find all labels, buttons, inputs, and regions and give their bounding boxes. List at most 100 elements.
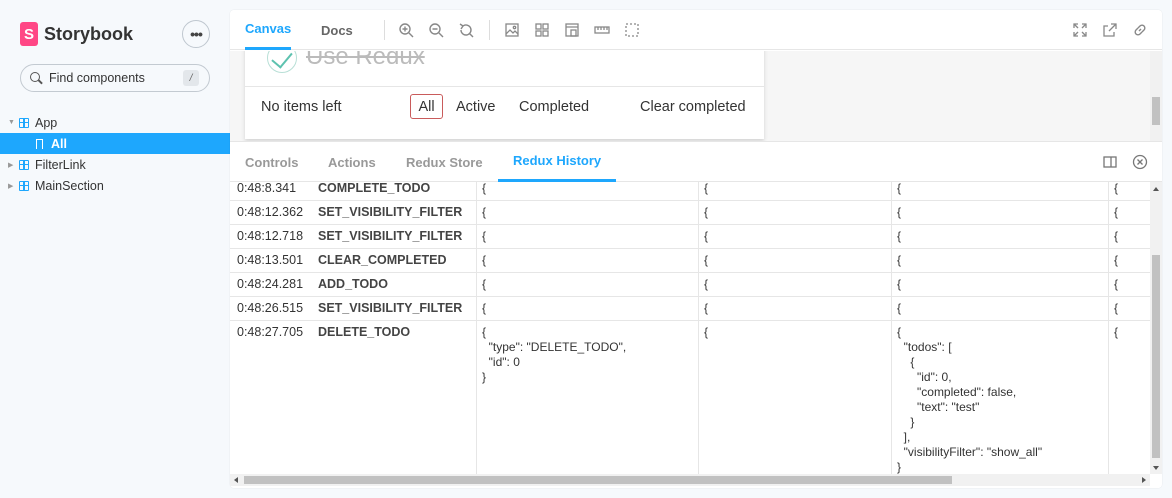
history-vertical-scrollbar[interactable] <box>1150 182 1162 474</box>
table-row[interactable]: 0:48:8.341 COMPLETE_TODO { { { { <box>230 182 1150 201</box>
todo-app: Use Redux No items left All Active Compl… <box>245 51 764 139</box>
history-col-4: { <box>1108 182 1118 200</box>
history-payload: { <box>482 182 487 195</box>
history-next-state: { <box>897 205 902 219</box>
history-col-3: { <box>891 249 901 272</box>
history-prev-state: { <box>704 277 709 291</box>
search-input[interactable] <box>49 71 179 85</box>
history-next-state: { <box>897 253 902 267</box>
history-prev-state: { <box>704 325 709 339</box>
tree-item-label: All <box>51 136 67 151</box>
history-col-1: { <box>476 297 486 320</box>
tab-controls[interactable]: Controls <box>245 142 298 182</box>
redux-history-table: 0:48:8.341 COMPLETE_TODO { { { { 0:48:12… <box>230 182 1150 474</box>
scroll-right-icon[interactable] <box>1142 477 1146 483</box>
history-col-4: { <box>1108 297 1118 320</box>
brand-name: Storybook <box>44 23 134 44</box>
todo-item-text[interactable]: Use Redux <box>306 51 425 71</box>
history-col-2: { <box>698 297 708 320</box>
history-col-3: { "todos": [ { "id": 0, "completed": fal… <box>891 321 1042 474</box>
scrollbar-thumb[interactable] <box>1152 97 1160 125</box>
addons-panel: Controls Actions Redux Store Redux Histo… <box>230 141 1162 488</box>
zoom-reset-icon[interactable] <box>458 22 474 38</box>
items-left-count: No items left <box>261 99 342 115</box>
search-icon <box>30 71 43 85</box>
history-col-1: { <box>476 182 486 200</box>
canvas-scrollbar[interactable] <box>1150 51 1162 141</box>
scroll-up-icon[interactable] <box>1153 187 1159 191</box>
todo-footer: No items left All Active Completed Clear… <box>245 86 764 128</box>
tree-item-label: FilterLink <box>35 157 86 172</box>
history-time: 0:48:13.501 <box>237 253 304 267</box>
panel-orientation-icon[interactable] <box>1102 154 1118 170</box>
filter-all-link[interactable]: All <box>410 94 443 119</box>
measure-icon[interactable] <box>594 22 610 38</box>
background-icon[interactable] <box>504 22 520 38</box>
history-horizontal-scrollbar[interactable] <box>230 474 1150 486</box>
history-col-1: { <box>476 249 486 272</box>
chevron-right-icon: ▶ <box>8 161 14 169</box>
close-icon[interactable] <box>1132 154 1148 170</box>
history-prev-state: { <box>704 301 709 315</box>
tab-canvas[interactable]: Canvas <box>245 10 292 50</box>
history-col-1: { <box>476 273 486 296</box>
history-diff: { <box>1114 325 1119 339</box>
addon-tabs: Controls Actions Redux Store Redux Histo… <box>230 142 1162 182</box>
toolbar-divider <box>489 20 490 40</box>
history-time: 0:48:24.281 <box>237 277 304 291</box>
tab-docs[interactable]: Docs <box>321 10 353 50</box>
tab-redux-store[interactable]: Redux Store <box>406 142 483 182</box>
copy-link-icon[interactable] <box>1132 22 1148 38</box>
history-prev-state: { <box>704 229 709 243</box>
table-row[interactable]: 0:48:26.515 SET_VISIBILITY_FILTER { { { … <box>230 297 1150 321</box>
chevron-right-icon: ▶ <box>8 182 14 190</box>
tree-item-all[interactable]: All <box>0 133 230 154</box>
tab-actions[interactable]: Actions <box>328 142 376 182</box>
table-row[interactable]: 0:48:24.281 ADD_TODO { { { { <box>230 273 1150 297</box>
scrollbar-thumb[interactable] <box>244 476 952 484</box>
brand[interactable]: S Storybook <box>20 22 133 46</box>
outline-icon[interactable] <box>624 22 640 38</box>
history-col-4: { <box>1108 249 1118 272</box>
tree-item-app[interactable]: ▼ App <box>0 112 230 133</box>
search-box[interactable]: / <box>20 64 210 92</box>
table-row[interactable]: 0:48:13.501 CLEAR_COMPLETED { { { { <box>230 249 1150 273</box>
history-time: 0:48:12.718 <box>237 229 304 243</box>
todo-checkbox[interactable] <box>267 51 297 73</box>
zoom-in-icon[interactable] <box>398 22 414 38</box>
scrollbar-thumb[interactable] <box>1152 255 1160 458</box>
history-payload: { <box>482 301 487 315</box>
history-col-2: { <box>698 273 708 296</box>
history-action: ADD_TODO <box>318 277 388 291</box>
history-prev-state: { <box>704 253 709 267</box>
chevron-down-icon: ▼ <box>8 119 15 126</box>
table-row[interactable]: 0:48:27.705 DELETE_TODO { "type": "DELET… <box>230 321 1150 474</box>
history-col-2: { <box>698 182 708 200</box>
grid-icon[interactable] <box>534 22 550 38</box>
table-row[interactable]: 0:48:12.362 SET_VISIBILITY_FILTER { { { … <box>230 201 1150 225</box>
menu-button[interactable]: ••• <box>182 20 210 48</box>
filter-completed-link[interactable]: Completed <box>519 99 589 115</box>
history-col-2: { <box>698 321 708 474</box>
history-time: 0:48:27.705 <box>237 325 304 339</box>
scroll-down-icon[interactable] <box>1153 466 1159 470</box>
history-time: 0:48:8.341 <box>237 182 297 195</box>
history-col-1: { <box>476 201 486 224</box>
history-payload: { <box>482 253 487 267</box>
history-payload: { <box>482 205 487 219</box>
table-row[interactable]: 0:48:12.718 SET_VISIBILITY_FILTER { { { … <box>230 225 1150 249</box>
history-col-2: { <box>698 201 708 224</box>
zoom-out-icon[interactable] <box>428 22 444 38</box>
history-diff: { <box>1114 301 1119 315</box>
scroll-left-icon[interactable] <box>234 477 238 483</box>
tree-item-mainsection[interactable]: ▶ MainSection <box>0 175 230 196</box>
fullscreen-icon[interactable] <box>1072 22 1088 38</box>
history-action: SET_VISIBILITY_FILTER <box>318 205 463 219</box>
viewport-icon[interactable] <box>564 22 580 38</box>
open-new-tab-icon[interactable] <box>1102 22 1118 38</box>
clear-completed-button[interactable]: Clear completed <box>640 99 746 115</box>
tree-item-filterlink[interactable]: ▶ FilterLink <box>0 154 230 175</box>
history-col-2: { <box>698 249 708 272</box>
filter-active-link[interactable]: Active <box>456 99 496 115</box>
tab-redux-history[interactable]: Redux History <box>498 142 617 182</box>
